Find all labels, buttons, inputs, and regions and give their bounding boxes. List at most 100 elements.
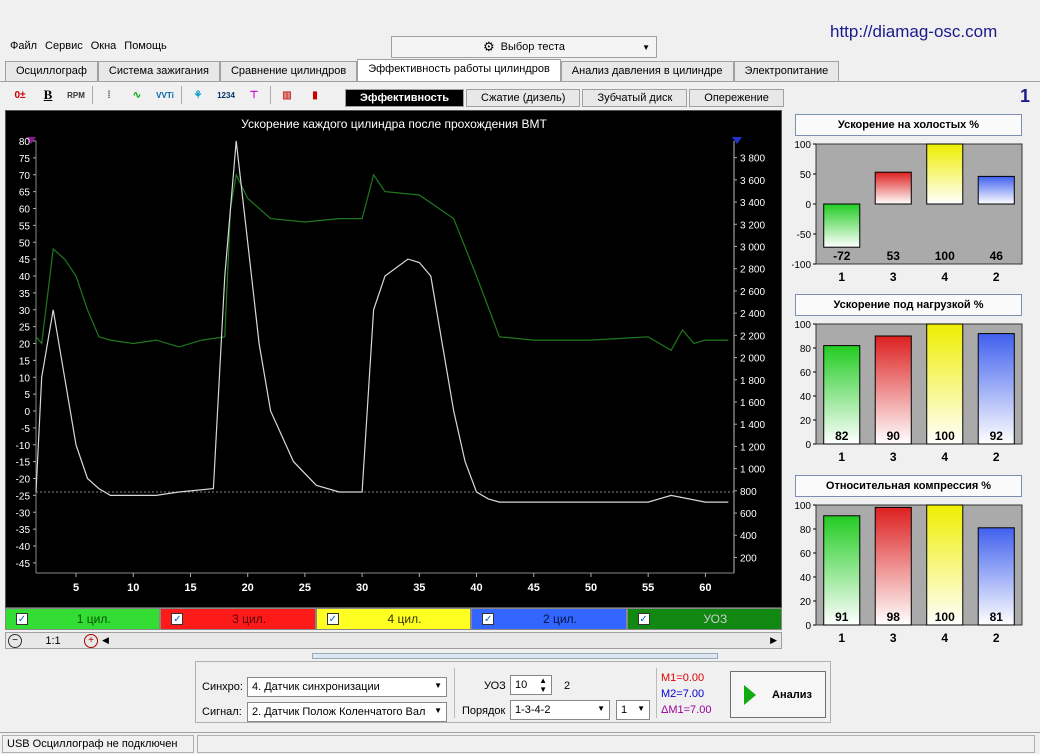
checkbox-cyl-2[interactable]: ✓ xyxy=(482,613,495,625)
legend-cyl-1[interactable]: ✓ 1 цил. xyxy=(5,608,161,630)
vvti-icon[interactable]: VVTi xyxy=(153,85,177,105)
acceleration-chart[interactable]: Ускорение каждого цилиндра после прохожд… xyxy=(5,110,782,608)
filter-icon[interactable]: ⊤ xyxy=(242,85,266,105)
signal-select[interactable]: 2. Датчик Полож Коленчатого Вал ▼ xyxy=(247,702,447,722)
bar-y-tick-label: 50 xyxy=(800,170,812,181)
bar-y-tick-label: 80 xyxy=(800,344,812,355)
legend-cyl-2[interactable]: ✓ 2 цил. xyxy=(471,608,627,630)
bar-category-label: 2 xyxy=(993,270,1000,284)
bar-y-tick-label: -100 xyxy=(792,260,811,271)
sub-tabs: Эффективность Сжатие (дизель) Зубчатый д… xyxy=(345,89,784,107)
subtab-efficiency[interactable]: Эффективность xyxy=(345,89,464,107)
bold-b-button[interactable]: B xyxy=(36,85,60,105)
rpm-button[interactable]: RPM xyxy=(64,85,88,105)
zoom-out-icon[interactable]: − xyxy=(8,633,22,648)
y-left-tick-label: -10 xyxy=(16,441,31,452)
x-tick-label: 5 xyxy=(73,582,79,594)
compression-panel: Относительная компрессия % 100 80 60 40 20 0 9… xyxy=(792,473,1025,651)
idle-acceleration-title[interactable]: Ускорение на холостых % xyxy=(795,114,1022,136)
y-right-tick-label: 400 xyxy=(740,531,757,542)
test-select[interactable]: ⚙ Выбор теста ▼ xyxy=(391,36,657,58)
bar-3 xyxy=(874,335,912,445)
compression-title[interactable]: Относительная компрессия % xyxy=(795,475,1022,497)
y-left-tick-label: 5 xyxy=(24,390,30,401)
subtab-diesel-compression[interactable]: Сжатие (дизель) xyxy=(465,89,581,107)
load-acceleration-panel: Ускорение под нагрузкой % 100 80 60 40 20 0 82… xyxy=(792,292,1025,470)
scale-icon[interactable]: ▮ xyxy=(303,85,327,105)
sync-label: Синхро: xyxy=(202,681,243,693)
tab-pressure-analysis[interactable]: Анализ давления в цилиндре xyxy=(560,61,734,81)
main-tabs: Осциллограф Система зажигания Сравнение … xyxy=(5,59,840,81)
bar-y-tick-label: 100 xyxy=(794,320,811,331)
zero-adjust-icon[interactable]: 0± xyxy=(8,85,32,105)
tab-power-supply[interactable]: Электропитание xyxy=(733,61,840,81)
checkbox-cyl-3[interactable]: ✓ xyxy=(171,613,184,625)
order-select[interactable]: 1-3-4-2 ▼ xyxy=(510,700,610,720)
y-right-tick-label: 2 400 xyxy=(740,309,765,320)
y-left-tick-label: 20 xyxy=(19,340,31,351)
bar-y-tick-label: 0 xyxy=(805,621,811,632)
menu-help[interactable]: Помощь xyxy=(124,40,167,56)
horizontal-scrollbar[interactable]: − 1:1 + ◀ ▶ xyxy=(5,632,782,649)
checkbox-cyl-1[interactable]: ✓ xyxy=(16,613,28,625)
bar-chart-icon[interactable]: ▥ xyxy=(275,85,299,105)
y-right-tick-label: 3 600 xyxy=(740,176,765,187)
marker-m1: M1=0.00 xyxy=(661,672,705,684)
bar-4 xyxy=(926,323,964,445)
subtab-advance[interactable]: Опережение xyxy=(689,89,784,107)
tab-oscilloscope[interactable]: Осциллограф xyxy=(5,61,98,81)
control-panel: Синхро: 4. Датчик синхронизации ▼ Сигнал:… xyxy=(195,661,831,723)
scroll-left-icon[interactable]: ◀ xyxy=(102,635,109,646)
legend-label: 1 цил. xyxy=(76,612,111,626)
analyze-button[interactable]: Анализ xyxy=(730,671,826,718)
numbering-icon[interactable]: 1234 xyxy=(214,85,238,105)
y-right-tick-label: 2 200 xyxy=(740,331,765,342)
y-left-tick-label: -5 xyxy=(21,424,30,435)
tab-ignition[interactable]: Система зажигания xyxy=(97,61,220,81)
bar-value-label: 91 xyxy=(835,610,849,624)
bar-3 xyxy=(874,506,912,626)
y-right-tick-label: 2 600 xyxy=(740,287,765,298)
order-label: Порядок xyxy=(462,705,506,717)
marker-icon[interactable]: ⁞ xyxy=(97,85,121,105)
x-tick-label: 10 xyxy=(127,582,139,594)
corner-number: 1 xyxy=(1020,86,1031,106)
y-right-tick-label: 1 400 xyxy=(740,420,765,431)
menu-windows[interactable]: Окна xyxy=(91,40,117,56)
menu-file[interactable]: Файл xyxy=(10,40,37,56)
spinner-arrows-icon[interactable]: ▲ ▼ xyxy=(539,676,547,694)
panel-collapse-handle[interactable] xyxy=(312,653,718,659)
subtab-toothed-disk[interactable]: Зубчатый диск xyxy=(582,89,688,107)
bar-4 xyxy=(926,143,964,205)
bar-2 xyxy=(977,333,1015,445)
order-value: 1-3-4-2 xyxy=(515,704,551,716)
load-acceleration-title[interactable]: Ускорение под нагрузкой % xyxy=(795,294,1022,316)
bar-value-label: 100 xyxy=(935,610,955,624)
chevron-down-icon: ▼ xyxy=(434,706,442,715)
tab-cylinder-compare[interactable]: Сравнение цилиндров xyxy=(219,61,358,81)
trend-line-icon[interactable]: ∿ xyxy=(125,85,149,105)
toolbar: 0± B RPM ⁞ ∿ VVTi ⚘ 1234 ⊤ ▥ ▮ xyxy=(8,84,327,106)
chevron-down-icon: ▼ xyxy=(642,43,650,52)
bar-y-tick-label: 80 xyxy=(800,525,812,536)
y-right-tick-label: 1 600 xyxy=(740,398,765,409)
legend-cyl-3[interactable]: ✓ 3 цил. xyxy=(160,608,316,630)
bar-y-tick-label: 60 xyxy=(800,368,812,379)
scroll-right-icon[interactable]: ▶ xyxy=(770,635,777,646)
checkbox-cyl-4[interactable]: ✓ xyxy=(326,613,339,625)
legend-uoz[interactable]: ✓ УОЗ xyxy=(626,608,783,630)
tab-cylinder-efficiency[interactable]: Эффективность работы цилиндров xyxy=(357,59,561,81)
order-extra-select[interactable]: 1 ▼ xyxy=(616,700,650,720)
checkbox-uoz[interactable]: ✓ xyxy=(637,613,650,625)
uoz-spinner[interactable]: 10 ▲ ▼ xyxy=(510,675,552,695)
y-right-tick-label: 3 800 xyxy=(740,154,765,165)
y-left-tick-label: -15 xyxy=(16,458,31,469)
menu-service[interactable]: Сервис xyxy=(45,40,83,56)
legend-cyl-4[interactable]: ✓ 4 цил. xyxy=(315,608,472,630)
x-tick-label: 15 xyxy=(184,582,196,594)
y-left-tick-label: -40 xyxy=(16,542,31,553)
zoom-in-icon[interactable]: + xyxy=(84,633,98,648)
sensor-icon[interactable]: ⚘ xyxy=(186,85,210,105)
sync-select[interactable]: 4. Датчик синхронизации ▼ xyxy=(247,677,447,697)
bar-y-tick-label: 100 xyxy=(794,501,811,512)
